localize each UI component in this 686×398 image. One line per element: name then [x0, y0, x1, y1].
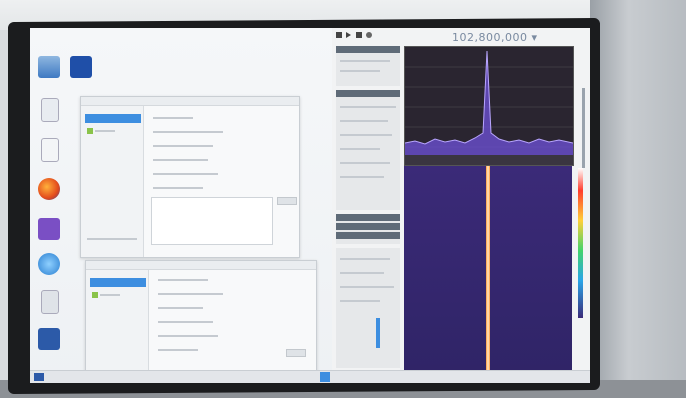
- content-row: [158, 349, 198, 351]
- settings-icon[interactable]: [366, 32, 372, 38]
- waterfall-display[interactable]: [404, 166, 572, 381]
- sidebar-selected-item[interactable]: [90, 278, 146, 287]
- taskbar: [30, 370, 590, 383]
- content-row: [158, 335, 218, 337]
- content-row: [153, 159, 208, 161]
- file-icon[interactable]: [41, 98, 59, 122]
- frequency-display[interactable]: 102,800,000 ▾: [452, 31, 538, 44]
- folder-icon[interactable]: [70, 56, 92, 78]
- control-panel-display: [336, 248, 400, 368]
- computer-icon[interactable]: [38, 328, 60, 350]
- document-icon[interactable]: [41, 138, 59, 162]
- spectrum-fill: [405, 51, 573, 165]
- visual-studio-icon[interactable]: [38, 218, 60, 240]
- sidebar-row: [95, 130, 115, 132]
- fft-spectrum-plot[interactable]: [404, 46, 574, 166]
- panel-header[interactable]: [336, 232, 400, 239]
- control-row[interactable]: [340, 148, 380, 150]
- panel-header[interactable]: [336, 90, 400, 97]
- content-row: [158, 279, 208, 281]
- control-row[interactable]: [340, 258, 390, 260]
- image-icon[interactable]: [41, 290, 59, 314]
- control-panel-source: [336, 46, 400, 86]
- slider[interactable]: [376, 318, 380, 348]
- content-row: [153, 131, 223, 133]
- recycle-bin-icon[interactable]: [38, 56, 60, 78]
- control-row[interactable]: [340, 162, 390, 164]
- control-row[interactable]: [340, 286, 394, 288]
- content-row: [158, 307, 203, 309]
- record-icon[interactable]: [356, 32, 362, 38]
- play-icon[interactable]: [346, 32, 351, 38]
- control-row[interactable]: [340, 106, 396, 108]
- control-row[interactable]: [340, 272, 384, 274]
- sidebar-item[interactable]: [87, 128, 93, 134]
- toolbar: [336, 32, 396, 40]
- control-row[interactable]: [340, 300, 380, 302]
- content-row: [153, 173, 218, 175]
- action-button[interactable]: [277, 197, 297, 205]
- window-titlebar[interactable]: [81, 97, 299, 106]
- window-lower: [85, 260, 317, 372]
- fft-svg: [404, 50, 574, 165]
- freq-axis: [405, 155, 573, 165]
- window-upper: [80, 96, 300, 258]
- sidebar-item[interactable]: [92, 292, 98, 298]
- firefox-icon[interactable]: [38, 178, 60, 200]
- signal-trace: [486, 166, 490, 381]
- panel-header[interactable]: [336, 46, 400, 53]
- waterfall-colorbar: [578, 168, 583, 318]
- control-row[interactable]: [340, 120, 388, 122]
- control-row[interactable]: [340, 70, 380, 72]
- taskbar-app-icon[interactable]: [320, 372, 330, 382]
- window-sidebar: [81, 106, 144, 257]
- window-sidebar: [86, 270, 149, 371]
- monitor-screen: 102,800,000 ▾: [30, 28, 590, 383]
- background-wall: [590, 0, 686, 398]
- sidebar-selected-item[interactable]: [85, 114, 141, 123]
- content-row: [158, 321, 213, 323]
- control-panel-audio: [336, 214, 400, 244]
- control-panel-radio: [336, 90, 400, 210]
- content-row: [153, 117, 193, 119]
- menu-icon[interactable]: [336, 32, 342, 38]
- sdr-application: 102,800,000 ▾: [332, 28, 590, 383]
- start-button[interactable]: [34, 373, 44, 381]
- zoom-slider[interactable]: [582, 88, 585, 168]
- sidebar-row: [100, 294, 120, 296]
- text-area[interactable]: [151, 197, 273, 245]
- panel-header[interactable]: [336, 214, 400, 221]
- content-row: [153, 145, 213, 147]
- control-row[interactable]: [340, 60, 390, 62]
- action-button[interactable]: [286, 349, 306, 357]
- control-row[interactable]: [340, 176, 384, 178]
- browser-icon[interactable]: [38, 253, 60, 275]
- content-row: [153, 187, 203, 189]
- sidebar-footer: [87, 238, 137, 240]
- control-row[interactable]: [340, 134, 392, 136]
- panel-header[interactable]: [336, 223, 400, 230]
- content-row: [158, 293, 223, 295]
- window-titlebar[interactable]: [86, 261, 316, 270]
